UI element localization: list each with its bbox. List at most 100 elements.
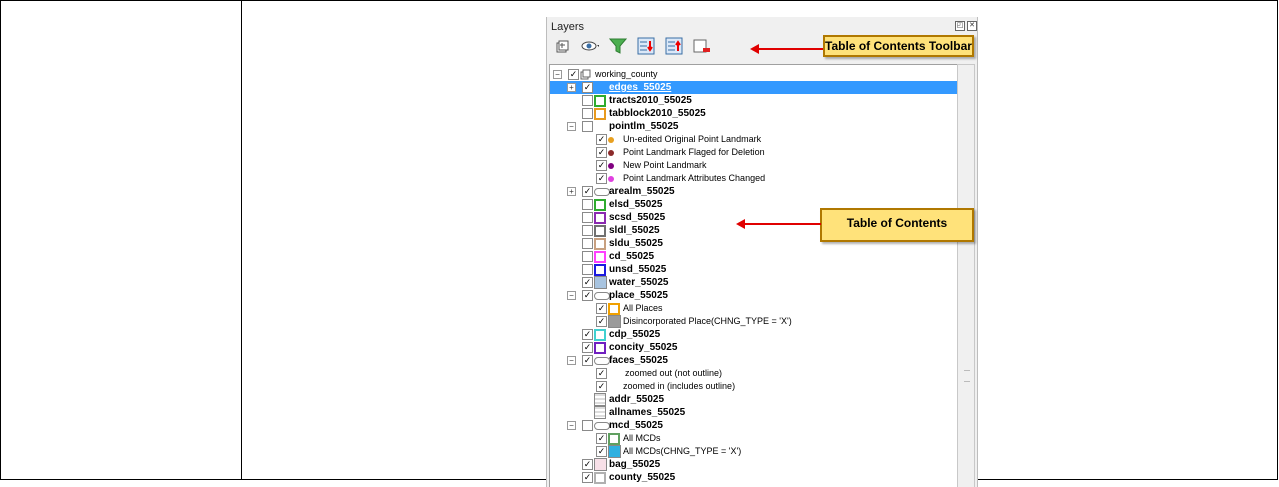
- remove-layer-icon[interactable]: [693, 37, 711, 55]
- expand-icon[interactable]: +: [567, 187, 576, 196]
- collapse-all-icon[interactable]: [665, 37, 683, 55]
- layer-visibility-checkbox[interactable]: [582, 121, 593, 132]
- layer-tree-item[interactable]: ✓ New Point Landmark: [550, 159, 958, 172]
- layer-tree-item[interactable]: − ✓ working_county: [550, 68, 958, 81]
- layer-tree-item[interactable]: − ✓ faces_55025: [550, 354, 958, 367]
- polygon-layer-icon: [594, 422, 610, 430]
- layer-outline-swatch-icon: [594, 238, 606, 250]
- layer-outline-swatch-icon: [594, 108, 606, 120]
- layer-tree-item[interactable]: ✓ bag_55025: [550, 458, 958, 471]
- layer-visibility-checkbox[interactable]: [582, 264, 593, 275]
- layer-visibility-checkbox[interactable]: ✓: [596, 160, 607, 171]
- layer-label: arealm_55025: [609, 186, 675, 197]
- layer-tree-item[interactable]: − pointlm_55025: [550, 120, 958, 133]
- layer-visibility-checkbox[interactable]: ✓: [582, 459, 593, 470]
- layer-label: All Places: [623, 303, 663, 313]
- layer-visibility-checkbox[interactable]: ✓: [582, 472, 593, 483]
- layer-visibility-checkbox[interactable]: [582, 212, 593, 223]
- layer-visibility-checkbox[interactable]: ✓: [596, 368, 607, 379]
- layer-tree-item[interactable]: ✓ county_55025: [550, 471, 958, 484]
- layer-tree-item[interactable]: − mcd_55025: [550, 419, 958, 432]
- layer-visibility-checkbox[interactable]: [582, 108, 593, 119]
- layer-visibility-checkbox[interactable]: [582, 420, 593, 431]
- expand-icon[interactable]: +: [567, 83, 576, 92]
- layer-label: water_55025: [609, 277, 669, 288]
- layer-label: New Point Landmark: [623, 160, 707, 170]
- collapse-icon[interactable]: −: [567, 356, 576, 365]
- layer-label: sldl_55025: [609, 225, 660, 236]
- layer-outline-swatch-icon: [594, 95, 606, 107]
- layer-label: Disincorporated Place(CHNG_TYPE = 'X'): [623, 316, 792, 326]
- toolbar-arrow-line: [758, 48, 823, 50]
- layer-tree-item[interactable]: tracts2010_55025: [550, 94, 958, 107]
- layer-tree-item[interactable]: ✓ cdp_55025: [550, 328, 958, 341]
- layer-outline-swatch-icon: [594, 225, 606, 237]
- layers-panel: Layers ◰ ✕ − ✓ working_county + ✓ edges_55025…: [546, 17, 978, 487]
- layer-tree-item[interactable]: tabblock2010_55025: [550, 107, 958, 120]
- layer-visibility-checkbox[interactable]: ✓: [582, 186, 593, 197]
- layer-tree-item[interactable]: unsd_55025: [550, 263, 958, 276]
- layer-tree-item[interactable]: ✓ Un-edited Original Point Landmark: [550, 133, 958, 146]
- layer-tree-item[interactable]: ✓ zoomed in (includes outline): [550, 380, 958, 393]
- filter-legend-icon[interactable]: [609, 37, 627, 55]
- layer-visibility-checkbox[interactable]: [582, 225, 593, 236]
- tree-scrollbar[interactable]: [957, 64, 975, 487]
- layer-tree-item[interactable]: ✓ Point Landmark Flaged for Deletion: [550, 146, 958, 159]
- layer-tree-item[interactable]: cd_55025: [550, 250, 958, 263]
- layer-tree-item[interactable]: allnames_55025: [550, 406, 958, 419]
- layer-label: place_55025: [609, 290, 668, 301]
- layer-visibility-checkbox[interactable]: [582, 238, 593, 249]
- layer-visibility-checkbox[interactable]: ✓: [582, 82, 593, 93]
- layer-tree-item[interactable]: + ✓ arealm_55025: [550, 185, 958, 198]
- layer-label: concity_55025: [609, 342, 678, 353]
- layer-visibility-checkbox[interactable]: ✓: [596, 433, 607, 444]
- close-panel-icon[interactable]: ✕: [967, 21, 977, 31]
- layer-tree-item[interactable]: ✓ All MCDs(CHNG_TYPE = 'X'): [550, 445, 958, 458]
- layer-visibility-checkbox[interactable]: ✓: [596, 316, 607, 327]
- layer-visibility-checkbox[interactable]: ✓: [582, 342, 593, 353]
- collapse-icon[interactable]: −: [567, 122, 576, 131]
- layer-visibility-checkbox[interactable]: ✓: [582, 277, 593, 288]
- add-group-icon[interactable]: [553, 37, 571, 55]
- layer-tree-item[interactable]: ✓ zoomed out (not outline): [550, 367, 958, 380]
- layer-label: allnames_55025: [609, 407, 686, 418]
- panel-title: Layers: [551, 21, 585, 33]
- layer-outline-swatch-icon: [594, 342, 606, 354]
- collapse-icon[interactable]: −: [567, 291, 576, 300]
- layer-visibility-checkbox[interactable]: ✓: [582, 355, 593, 366]
- layer-tree-item[interactable]: ✓ All Places: [550, 302, 958, 315]
- layer-tree-item[interactable]: ✓ concity_55025: [550, 341, 958, 354]
- layer-tree-item[interactable]: addr_55025: [550, 393, 958, 406]
- float-panel-icon[interactable]: ◰: [955, 21, 965, 31]
- layer-label: sldu_55025: [609, 238, 663, 249]
- layer-visibility-checkbox[interactable]: ✓: [596, 446, 607, 457]
- layer-fill-swatch-icon: [594, 458, 607, 471]
- collapse-icon[interactable]: −: [567, 421, 576, 430]
- layer-visibility-checkbox[interactable]: ✓: [596, 147, 607, 158]
- layer-tree-item[interactable]: ✓ All MCDs: [550, 432, 958, 445]
- layer-tree-item[interactable]: + ✓ edges_55025: [550, 81, 958, 94]
- manage-visibility-icon[interactable]: [581, 37, 599, 55]
- expand-all-icon[interactable]: [637, 37, 655, 55]
- layer-visibility-checkbox[interactable]: ✓: [568, 69, 579, 80]
- layer-tree-item[interactable]: − ✓ place_55025: [550, 289, 958, 302]
- layer-visibility-checkbox[interactable]: ✓: [582, 329, 593, 340]
- layer-label: zoomed out (not outline): [625, 368, 723, 378]
- layer-visibility-checkbox[interactable]: ✓: [596, 134, 607, 145]
- layer-visibility-checkbox[interactable]: ✓: [596, 173, 607, 184]
- layer-visibility-checkbox[interactable]: [582, 199, 593, 210]
- layer-visibility-checkbox[interactable]: [582, 95, 593, 106]
- layer-visibility-checkbox[interactable]: [582, 251, 593, 262]
- empty-swatch-icon: [608, 381, 618, 391]
- layer-tree-item[interactable]: ✓ water_55025: [550, 276, 958, 289]
- layer-label: faces_55025: [609, 355, 668, 366]
- collapse-icon[interactable]: −: [553, 70, 562, 79]
- layer-visibility-checkbox[interactable]: ✓: [582, 290, 593, 301]
- toc-callout: Table of Contents: [820, 208, 974, 242]
- layer-tree-item[interactable]: ✓ Disincorporated Place(CHNG_TYPE = 'X'): [550, 315, 958, 328]
- polygon-layer-icon: [594, 292, 610, 300]
- layer-visibility-checkbox[interactable]: ✓: [596, 303, 607, 314]
- layer-tree-item[interactable]: ✓ Point Landmark Attributes Changed: [550, 172, 958, 185]
- layer-outline-swatch-icon: [594, 212, 606, 224]
- layer-visibility-checkbox[interactable]: ✓: [596, 381, 607, 392]
